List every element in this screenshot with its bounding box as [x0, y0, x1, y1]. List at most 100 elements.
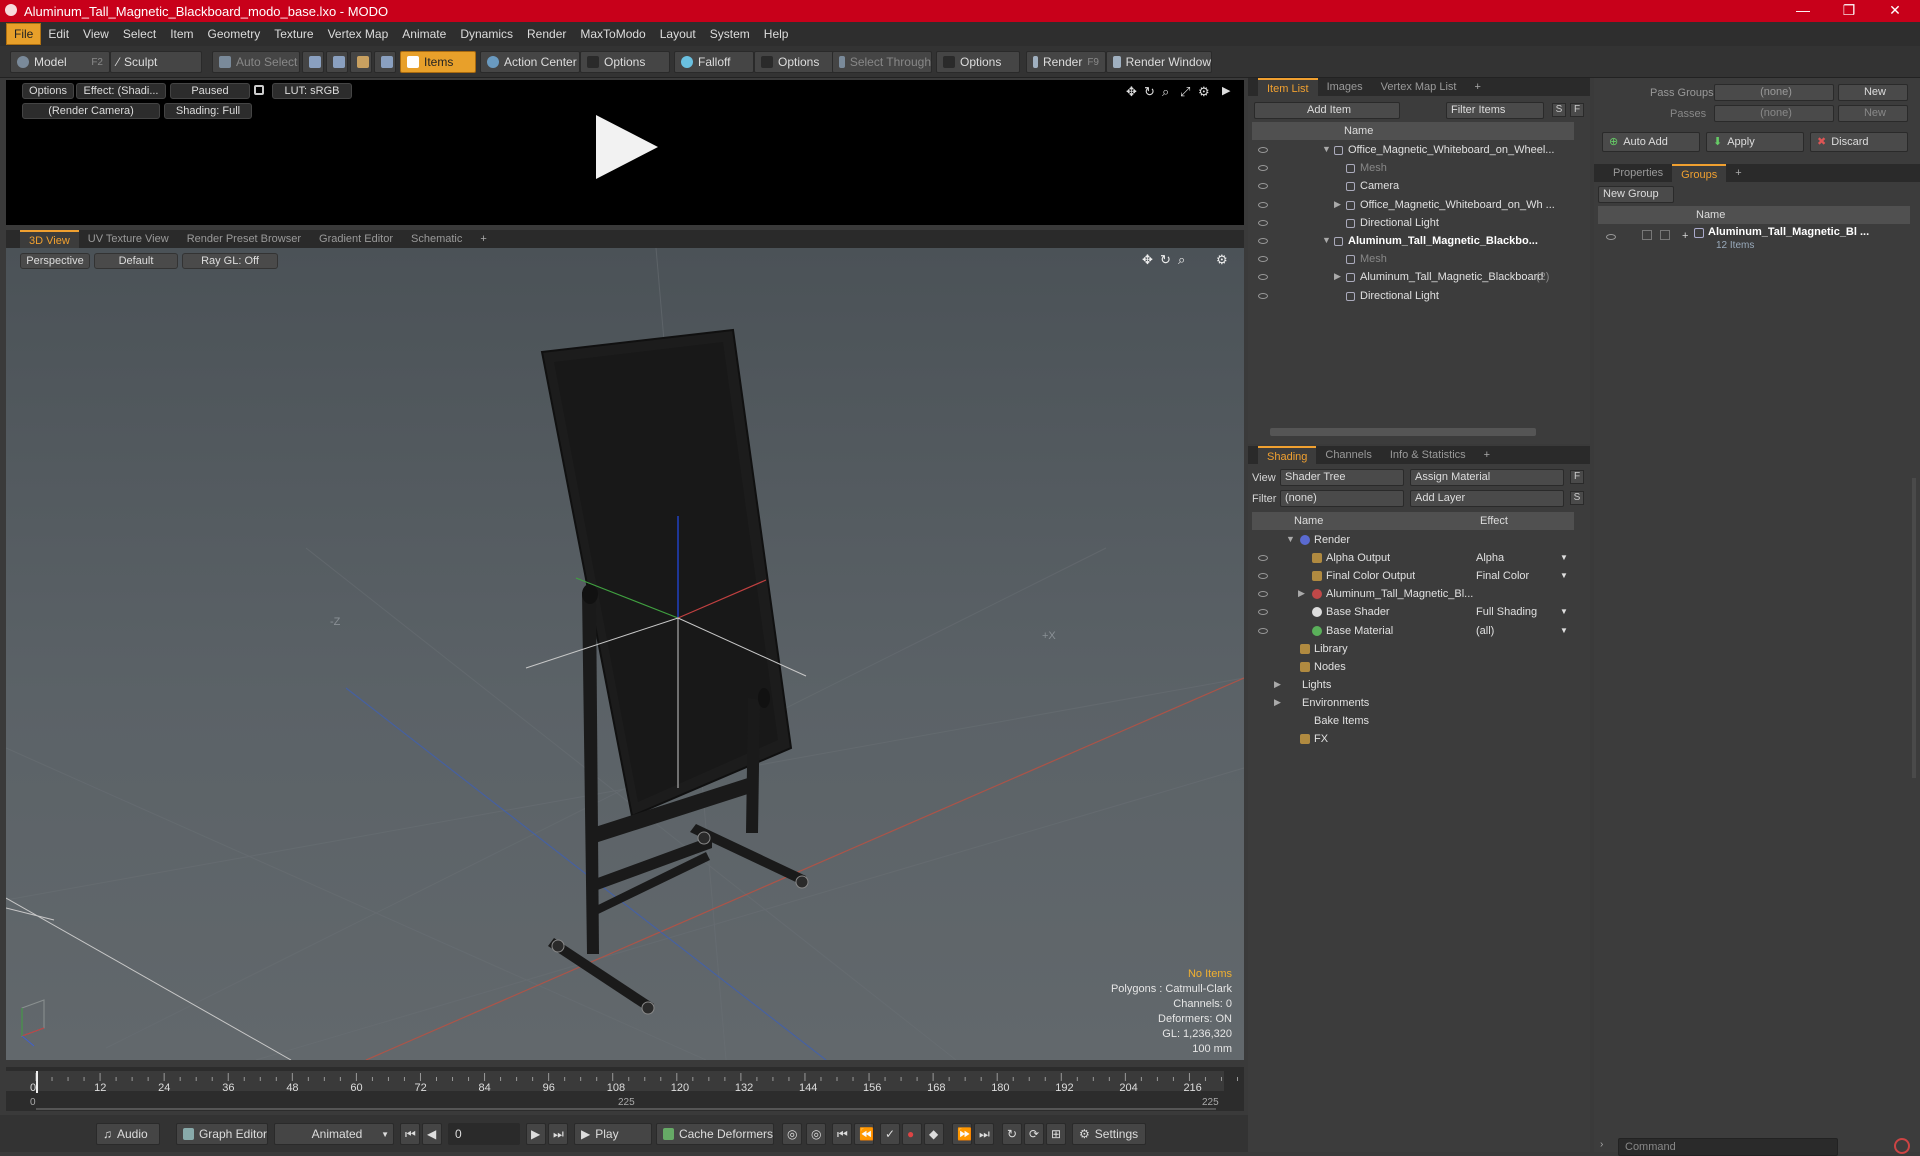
record-button[interactable]: ●	[902, 1123, 922, 1145]
shading-f-toggle[interactable]: F	[1570, 470, 1584, 484]
maximize-icon[interactable]: ⤢	[1180, 84, 1190, 100]
arrow-right-icon[interactable]: ▶	[1222, 84, 1230, 97]
shader-tree-row[interactable]: ▶ Aluminum_Tall_Magnetic_Bl...	[1248, 586, 1574, 604]
action-center-options-button[interactable]: Options	[580, 51, 670, 73]
chevron-right-icon[interactable]: ▶	[1298, 588, 1305, 599]
item-list-row[interactable]: ▼ Office_Magnetic_Whiteboard_on_Wheel...	[1248, 142, 1574, 160]
falloff-button[interactable]: Falloff	[674, 51, 754, 73]
tab-properties[interactable]: Properties	[1604, 164, 1672, 182]
action-center-button[interactable]: Action Center	[480, 51, 580, 73]
lock-toggle[interactable]	[1642, 230, 1652, 240]
items-mode-button[interactable]: Items	[400, 51, 476, 73]
filter-items-input[interactable]: Filter Items	[1446, 102, 1544, 119]
assign-material-button[interactable]: Assign Material	[1410, 469, 1564, 486]
shading-s-toggle[interactable]: S	[1570, 491, 1584, 505]
passes-dropdown[interactable]: (none)	[1714, 105, 1834, 122]
add-item-dropdown[interactable]: Add Item	[1254, 102, 1400, 119]
shader-tree-row[interactable]: ▼ Render	[1248, 532, 1574, 550]
chevron-right-icon[interactable]: ▶	[1334, 271, 1341, 282]
auto-key-button[interactable]: ✓	[880, 1123, 900, 1145]
item-list-row[interactable]: ▶ Office_Magnetic_Whiteboard_on_Wh ...	[1248, 197, 1574, 215]
lock-icon[interactable]	[254, 85, 264, 95]
chevron-down-icon[interactable]: ▼	[1322, 144, 1331, 154]
shader-tree-row[interactable]: Bake Items	[1248, 713, 1574, 731]
vertex-mode-button[interactable]	[302, 51, 324, 73]
chevron-down-icon[interactable]: ▼	[1560, 626, 1568, 635]
range-slider[interactable]	[36, 1108, 1216, 1110]
eye-icon[interactable]	[1258, 147, 1268, 153]
tab-gradient-editor[interactable]: Gradient Editor	[310, 230, 402, 248]
auto-select-button[interactable]: Auto Select	[212, 51, 300, 73]
eye-icon[interactable]	[1606, 234, 1616, 240]
menu-texture[interactable]: Texture	[267, 24, 320, 44]
preview-paused-button[interactable]: Paused	[170, 83, 250, 99]
render-toggle[interactable]	[1660, 230, 1670, 240]
snap-button[interactable]: ⊞	[1046, 1123, 1066, 1145]
pass-groups-dropdown[interactable]: (none)	[1714, 84, 1834, 101]
perspective-dropdown[interactable]: Perspective	[20, 253, 90, 269]
key-button[interactable]: ◆	[924, 1123, 944, 1145]
loop-button[interactable]: ↻	[1002, 1123, 1022, 1145]
shader-tree-row[interactable]: Base Material (all) ▼	[1248, 623, 1574, 641]
command-input[interactable]: Command	[1618, 1138, 1838, 1156]
prev-key-step-button[interactable]: ⏪	[854, 1123, 874, 1145]
shader-effect-value[interactable]: Final Color	[1476, 570, 1529, 582]
preview-lut-dropdown[interactable]: LUT: sRGB	[272, 83, 352, 99]
menu-view[interactable]: View	[76, 24, 116, 44]
gear-icon[interactable]: ⚙	[1198, 84, 1210, 100]
add-tab-button[interactable]: +	[471, 230, 495, 248]
menu-help[interactable]: Help	[757, 24, 796, 44]
tab-channels[interactable]: Channels	[1316, 446, 1380, 464]
close-button[interactable]: ✕	[1872, 0, 1918, 22]
menu-dynamics[interactable]: Dynamics	[453, 24, 520, 44]
eye-icon[interactable]	[1258, 238, 1268, 244]
tab-3d-view[interactable]: 3D View	[20, 230, 79, 248]
item-list-row[interactable]: Directional Light	[1248, 215, 1574, 233]
minimize-button[interactable]: —	[1780, 0, 1826, 22]
timeline[interactable]: 0 12 24 36 48 60 72 84 96 108 120 132 144 156 168 180 19…	[6, 1067, 1244, 1111]
auto-add-button[interactable]: ⊕ Auto Add	[1602, 132, 1700, 152]
tab-vertex-map-list[interactable]: Vertex Map List	[1372, 78, 1466, 96]
tab-groups[interactable]: Groups	[1672, 164, 1727, 182]
eye-icon[interactable]	[1258, 609, 1268, 616]
tab-schematic[interactable]: Schematic	[402, 230, 471, 248]
apply-button[interactable]: ⬇ Apply	[1706, 132, 1804, 152]
menu-render[interactable]: Render	[520, 24, 573, 44]
add-layer-dropdown[interactable]: Add Layer	[1410, 490, 1564, 507]
falloff-options-button[interactable]: Options	[754, 51, 836, 73]
shader-effect-value[interactable]: Full Shading	[1476, 606, 1537, 618]
sculpt-mode-button[interactable]: ⁄ Sculpt	[110, 51, 202, 73]
chevron-right-icon[interactable]: ▶	[1274, 697, 1281, 708]
preview-shading-dropdown[interactable]: Shading: Full	[164, 103, 252, 119]
shader-tree-row[interactable]: Final Color Output Final Color ▼	[1248, 568, 1574, 586]
shader-tree-row[interactable]: Alpha Output Alpha ▼	[1248, 550, 1574, 568]
render-window-button[interactable]: Render Window	[1106, 51, 1212, 73]
item-list-row[interactable]: ▼ Aluminum_Tall_Magnetic_Blackbo...	[1248, 233, 1574, 251]
key-tool-button-1[interactable]: ◎	[782, 1123, 802, 1145]
eye-icon[interactable]	[1258, 573, 1268, 580]
discard-button[interactable]: ✖ Discard	[1810, 132, 1908, 152]
shader-effect-value[interactable]: Alpha	[1476, 552, 1504, 564]
step-forward-button[interactable]: ▶	[526, 1123, 546, 1145]
tab-images[interactable]: Images	[1318, 78, 1372, 96]
view-dropdown[interactable]: Shader Tree	[1280, 469, 1404, 486]
menu-item[interactable]: Item	[163, 24, 200, 44]
item-list-row[interactable]: Camera	[1248, 178, 1574, 196]
menu-edit[interactable]: Edit	[41, 24, 76, 44]
shader-effect-value[interactable]: (all)	[1476, 625, 1494, 637]
chevron-down-icon[interactable]: ▼	[1560, 607, 1568, 616]
viewport-move-icon[interactable]: ✥	[1142, 252, 1153, 268]
go-to-start-button[interactable]: ⏮	[400, 1123, 420, 1145]
add-tab-button[interactable]: +	[1726, 164, 1750, 182]
chevron-down-icon[interactable]: ▼	[1322, 235, 1331, 245]
passes-new-button[interactable]: New	[1838, 105, 1908, 122]
item-list-row[interactable]: Mesh	[1248, 251, 1574, 269]
add-tab-button[interactable]: +	[1475, 446, 1499, 464]
group-row[interactable]: + Aluminum_Tall_Magnetic_Bl ... 12 Items	[1598, 226, 1910, 256]
menu-geometry[interactable]: Geometry	[201, 24, 268, 44]
shader-tree-row[interactable]: ▶ Lights	[1248, 677, 1574, 695]
select-through-button[interactable]: Select Through	[832, 51, 932, 73]
shader-tree-row[interactable]: Nodes	[1248, 659, 1574, 677]
item-list-f-toggle[interactable]: F	[1570, 103, 1584, 117]
expand-plus-icon[interactable]: +	[1682, 230, 1688, 242]
